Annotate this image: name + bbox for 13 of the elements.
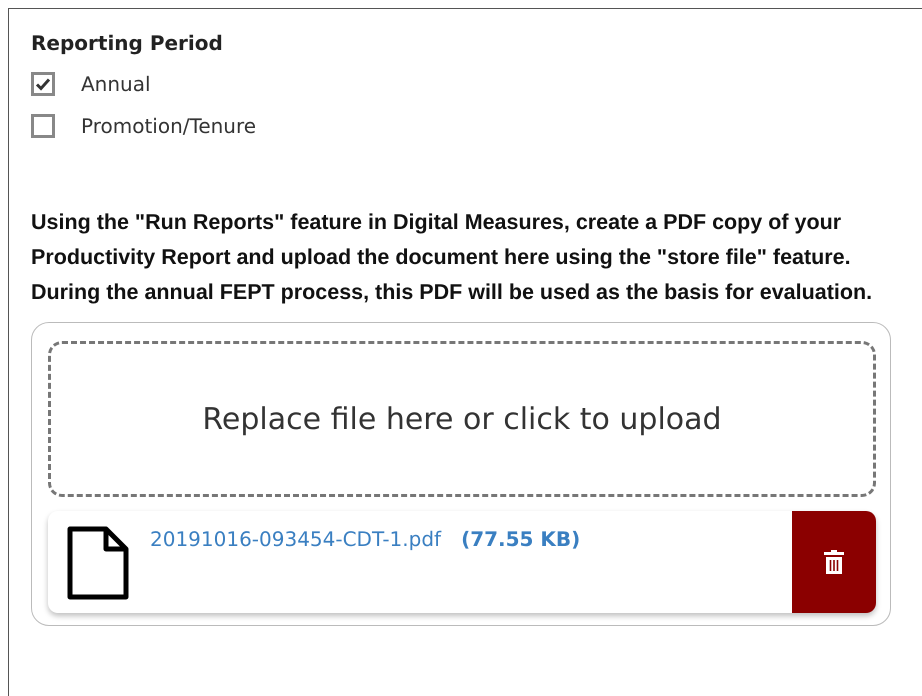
checkmark-icon bbox=[35, 76, 51, 92]
checkbox[interactable] bbox=[31, 114, 55, 138]
checkbox-label: Promotion/Tenure bbox=[81, 114, 256, 138]
file-link[interactable]: 20191016-093454-CDT-1.pdf bbox=[150, 527, 442, 613]
file-size: (77.55 KB) bbox=[461, 527, 580, 553]
checkbox-label: Annual bbox=[81, 72, 151, 96]
section-title: Reporting Period bbox=[31, 31, 224, 55]
document-icon bbox=[66, 525, 130, 601]
dropzone[interactable]: Replace file here or click to upload bbox=[48, 341, 876, 497]
instructions-text: Using the "Run Reports" feature in Digital Measures, create a PDF copy of your Productivity Report and upload the document here using the "store file" feature. During the annual FEPT process, this PDF will be used as the basis for evaluation. bbox=[31, 209, 874, 306]
delete-button[interactable] bbox=[792, 511, 876, 613]
checkbox[interactable] bbox=[31, 72, 55, 96]
trash-icon bbox=[823, 549, 845, 575]
